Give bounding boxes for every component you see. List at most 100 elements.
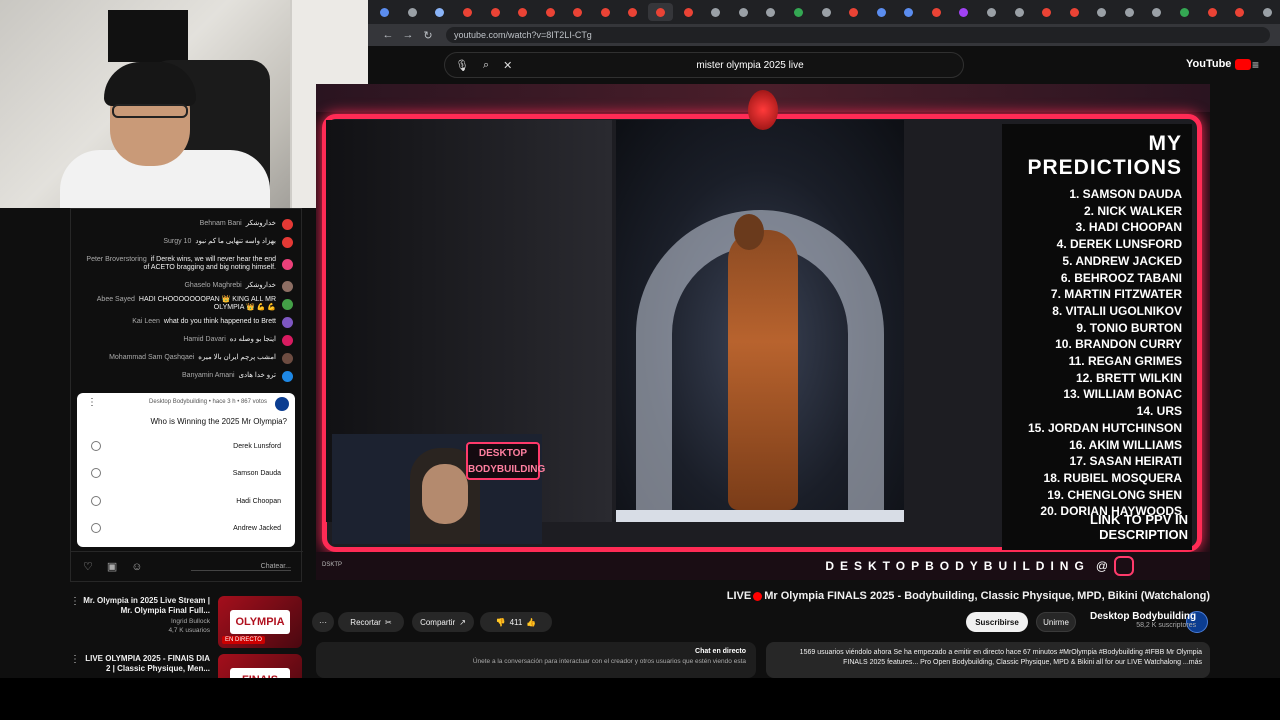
chat-avatar[interactable] xyxy=(282,280,293,292)
screen: ← → ↻ youtube.com/watch?v=8IT2LI-CTg Beh… xyxy=(0,0,1280,720)
browser-tab[interactable] xyxy=(537,3,563,21)
browser-tab[interactable] xyxy=(372,3,398,21)
browser-tab[interactable] xyxy=(951,3,977,21)
browser-tab[interactable] xyxy=(896,3,922,21)
browser-tab[interactable] xyxy=(1006,3,1032,21)
channel-info[interactable]: Desktop Bodybuilding 58,2 K suscriptores xyxy=(1090,611,1196,629)
clip-button[interactable]: Recortar ✂ xyxy=(338,612,404,632)
search-bar[interactable]: 🎙 ⌕ ✕ mister olympia 2025 live xyxy=(444,52,964,78)
browser-tab[interactable] xyxy=(841,3,867,21)
channel-name[interactable]: Desktop Bodybuilding xyxy=(1090,611,1196,622)
chat-author[interactable]: Mohammad Sam Qashqaei xyxy=(109,354,194,361)
heart-icon[interactable]: ♡ xyxy=(83,560,93,573)
browser-tab[interactable] xyxy=(1117,3,1143,21)
browser-tab[interactable] xyxy=(675,3,701,21)
join-button[interactable]: Unirme xyxy=(1036,612,1076,632)
search-input[interactable]: mister olympia 2025 live xyxy=(696,60,803,71)
chat-author[interactable]: Abee Sayed xyxy=(97,296,135,303)
clear-icon[interactable]: ✕ xyxy=(503,59,512,72)
poll-option[interactable]: Andrew Jacked xyxy=(85,517,287,539)
browser-tab[interactable] xyxy=(703,3,729,21)
live-chat-prompt[interactable]: Chat en directo Únete a la conversación … xyxy=(316,642,756,678)
dislike-icon[interactable]: 👎 xyxy=(496,618,506,627)
video-player[interactable]: DESKTOP BODYBUILDING MY PREDICTIONS 1. S… xyxy=(316,84,1210,580)
subscriber-count: 58,2 K suscriptores xyxy=(1136,622,1197,629)
browser-tab[interactable] xyxy=(979,3,1005,21)
browser-tab[interactable] xyxy=(1034,3,1060,21)
chat-author[interactable]: Behnam Bani xyxy=(200,220,242,227)
browser-tab[interactable] xyxy=(1227,3,1253,21)
subscribe-button[interactable]: Suscribirse xyxy=(966,612,1028,632)
forward-icon[interactable]: → xyxy=(398,29,418,41)
chat-author[interactable]: Kai Leen xyxy=(132,318,160,325)
tab-favicon-icon xyxy=(490,7,500,17)
browser-tab[interactable] xyxy=(1172,3,1198,21)
related-video-thumbnail[interactable]: OLYMPIA EN DIRECTO xyxy=(218,596,302,648)
live-badge: EN DIRECTO xyxy=(222,636,265,644)
chat-author[interactable]: Hamid Davari xyxy=(183,336,225,343)
browser-tab[interactable] xyxy=(1144,3,1170,21)
youtube-logo[interactable]: YouTube xyxy=(1186,58,1252,70)
more-options-icon[interactable]: ⋮ xyxy=(70,654,80,665)
poll-option[interactable]: Hadi Choopan xyxy=(85,490,287,512)
browser-tab[interactable] xyxy=(1089,3,1115,21)
browser-tab[interactable] xyxy=(868,3,894,21)
microphone-icon[interactable]: 🎙 xyxy=(455,59,469,72)
emoji-icon[interactable]: ☺ xyxy=(131,561,142,573)
chat-avatar[interactable] xyxy=(282,352,293,364)
radio-icon[interactable] xyxy=(91,468,101,478)
chat-avatar[interactable] xyxy=(282,236,293,248)
chat-author[interactable]: Peter Broverstoring xyxy=(86,256,146,263)
chat-avatar[interactable] xyxy=(282,334,293,346)
chat-avatar[interactable] xyxy=(282,258,293,270)
browser-tab[interactable] xyxy=(1255,3,1280,21)
chat-input[interactable]: Chatear... xyxy=(191,563,291,571)
chat-avatar[interactable] xyxy=(282,218,293,230)
like-icon[interactable]: 👍 xyxy=(526,618,536,627)
browser-tab[interactable] xyxy=(620,3,646,21)
related-video[interactable]: ⋮ Mr. Olympia in 2025 Live Stream | Mr. … xyxy=(66,596,302,652)
hamburger-menu-icon[interactable]: ≡ xyxy=(1252,58,1259,72)
browser-tab[interactable] xyxy=(510,3,536,21)
browser-tab[interactable] xyxy=(1061,3,1087,21)
share-button[interactable]: Compartir ↗ xyxy=(412,612,474,632)
browser-tab[interactable] xyxy=(647,3,674,21)
related-video-title[interactable]: LIVE OLYMPIA 2025 - FINAIS DIA 2 | Class… xyxy=(80,654,210,674)
radio-icon[interactable] xyxy=(91,523,101,533)
tab-favicon-icon xyxy=(1014,7,1024,17)
back-icon[interactable]: ← xyxy=(378,29,398,41)
browser-tab[interactable] xyxy=(758,3,784,21)
browser-tab[interactable] xyxy=(1199,3,1225,21)
browser-tab[interactable] xyxy=(565,3,591,21)
chat-avatar[interactable] xyxy=(282,298,293,310)
browser-tab[interactable] xyxy=(455,3,481,21)
browser-tab[interactable] xyxy=(813,3,839,21)
more-options-icon[interactable]: ⋮ xyxy=(70,596,80,607)
radio-icon[interactable] xyxy=(91,441,101,451)
browser-tab[interactable] xyxy=(786,3,812,21)
browser-tab[interactable] xyxy=(400,3,426,21)
description-box[interactable]: 1569 usuarios viéndolo ahora Se ha empez… xyxy=(766,642,1210,678)
chat-avatar[interactable] xyxy=(282,370,293,382)
dollar-icon[interactable]: ▣ xyxy=(107,560,117,573)
like-dislike-button[interactable]: 👎 411 👍 xyxy=(480,612,552,632)
chat-author[interactable]: Surgy 10 xyxy=(163,238,191,245)
poll-option[interactable]: Samson Dauda xyxy=(85,462,287,484)
browser-tab[interactable] xyxy=(482,3,508,21)
reload-icon[interactable]: ↻ xyxy=(418,29,438,42)
radio-icon[interactable] xyxy=(91,496,101,506)
search-icon[interactable]: ⌕ xyxy=(483,59,489,72)
poll-menu-icon[interactable]: ⋮ xyxy=(87,397,97,408)
browser-tab[interactable] xyxy=(593,3,619,21)
browser-tab[interactable] xyxy=(924,3,950,21)
url-field[interactable]: youtube.com/watch?v=8IT2LI-CTg xyxy=(446,27,1270,43)
browser-tab[interactable] xyxy=(427,3,453,21)
browser-tab[interactable] xyxy=(731,3,757,21)
chat-author[interactable]: Ghaselo Maghrebi xyxy=(184,282,241,289)
more-actions-button[interactable]: ··· xyxy=(312,612,334,632)
chat-author[interactable]: Banyamin Amani xyxy=(182,372,235,379)
live-label: LIVE xyxy=(726,590,752,602)
poll-option[interactable]: Derek Lunsford xyxy=(85,435,287,457)
related-video-title[interactable]: Mr. Olympia in 2025 Live Stream | Mr. Ol… xyxy=(80,596,210,616)
chat-avatar[interactable] xyxy=(282,316,293,328)
